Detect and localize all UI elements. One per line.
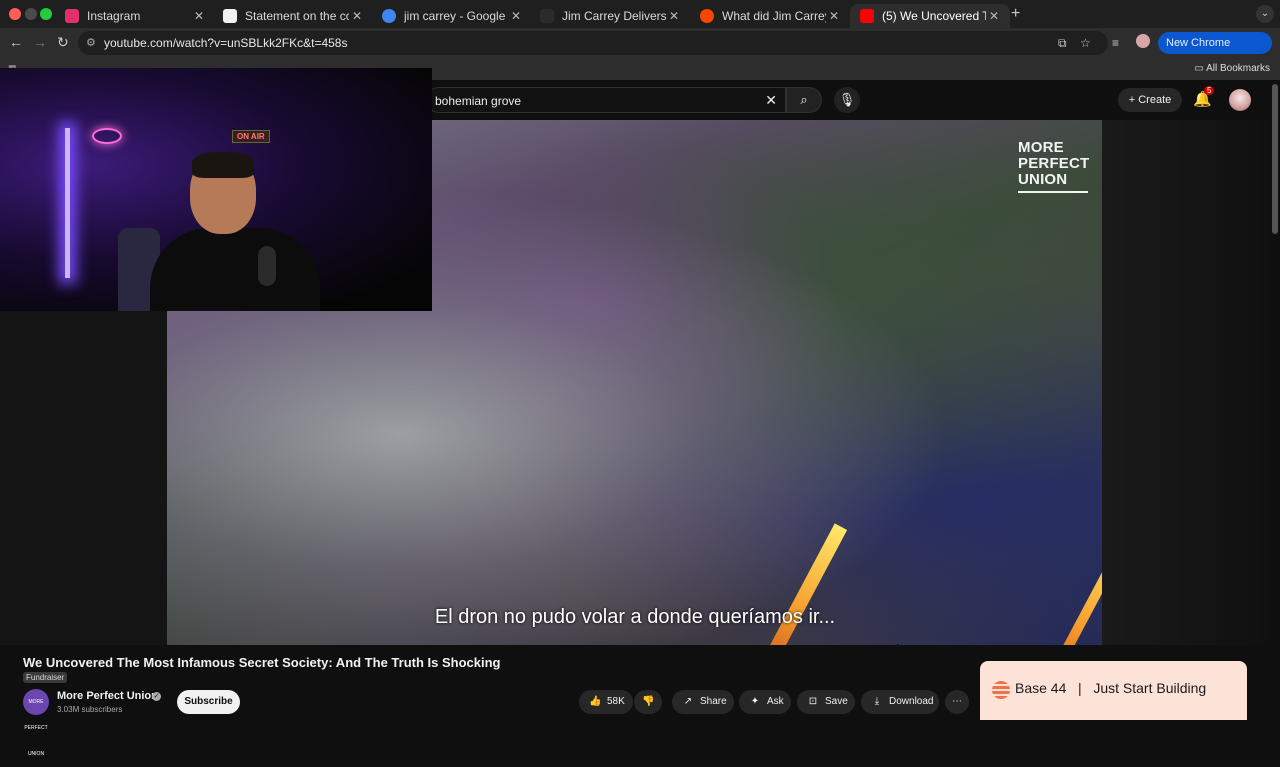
like-button[interactable]: 👍 58K <box>579 690 633 714</box>
close-tab-icon[interactable]: ✕ <box>666 9 682 23</box>
all-bookmarks-button[interactable]: ▭ All Bookmarks <box>1194 63 1270 74</box>
search-icon[interactable]: ⌕ <box>786 87 822 113</box>
tab-youtube-active[interactable]: (5) We Uncovered The Most I ✕ <box>850 4 1010 28</box>
sponsored-ad-banner[interactable]: Base 44 | Just Start Building <box>980 661 1247 720</box>
channel-avatar[interactable]: MORE PERFECT UNION <box>23 689 49 757</box>
close-tab-icon[interactable]: ✕ <box>986 9 1002 23</box>
close-tab-icon[interactable]: ✕ <box>349 9 365 23</box>
instagram-icon <box>65 9 79 23</box>
browser-tab-bar: Instagram ✕ Statement on the comments i … <box>0 0 1280 28</box>
subscriber-count: 3.03M subscribers <box>57 705 123 714</box>
youtube-icon <box>860 9 874 23</box>
tab-statement[interactable]: Statement on the comments i ✕ <box>213 4 373 28</box>
subscribe-button[interactable]: Subscribe <box>177 690 240 714</box>
new-tab-icon[interactable]: + <box>1011 5 1020 23</box>
search-input[interactable]: bohemian grove ✕ <box>426 87 786 113</box>
bookmark-star-icon[interactable]: ☆ <box>1080 36 1091 50</box>
new-chrome-available-button[interactable]: New Chrome available ⋮ <box>1158 32 1272 71</box>
share-button[interactable]: ↗ Share <box>672 690 734 714</box>
reddit-icon <box>700 9 714 23</box>
channel-name[interactable]: More Perfect Union <box>57 690 158 702</box>
ufo-neon-sign <box>92 128 122 144</box>
create-button[interactable]: + Create <box>1118 88 1182 112</box>
user-avatar[interactable] <box>1229 89 1251 111</box>
more-actions-button[interactable]: ⋯ <box>945 690 969 714</box>
share-icon: ↗ <box>683 696 693 707</box>
page-icon <box>540 9 554 23</box>
close-tab-icon[interactable]: ✕ <box>191 9 207 23</box>
verified-icon: ✓ <box>152 692 161 701</box>
download-button[interactable]: ⤓ Download <box>861 690 939 714</box>
close-tab-icon[interactable]: ✕ <box>508 9 524 23</box>
microphone-icon[interactable]: 🎙 <box>834 87 860 113</box>
minimize-window-button[interactable] <box>25 8 37 20</box>
close-window-button[interactable] <box>9 8 21 20</box>
browser-toolbar: ← → ↻ ⚙ youtube.com/watch?v=unSBLkk2FKc&… <box>0 28 1280 71</box>
maximize-window-button[interactable] <box>40 8 52 20</box>
caption-text: El dron no pudo volar a donde queríamos … <box>434 606 836 628</box>
webcam-overlay: ON AIR <box>0 68 432 311</box>
page-scrollbar[interactable] <box>1272 84 1278 234</box>
tab-jim-carrey-emotional[interactable]: Jim Carrey Delivers Emotiona ✕ <box>530 4 690 28</box>
dislike-button[interactable]: 👎 <box>634 690 662 714</box>
thumbs-down-icon: 👎 <box>642 696 655 707</box>
back-icon[interactable]: ← <box>9 34 23 50</box>
neon-light <box>65 128 70 278</box>
address-bar[interactable]: ⚙ youtube.com/watch?v=unSBLkk2FKc&t=458s <box>78 31 1108 55</box>
sparkle-icon: ✦ <box>750 696 760 707</box>
more-icon: ⋯ <box>952 696 962 707</box>
streamer-body <box>150 228 320 311</box>
folder-icon: ▭ <box>1194 63 1204 74</box>
ask-button[interactable]: ✦ Ask <box>739 690 791 714</box>
channel-watermark: MORE PERFECT UNION <box>1018 140 1089 193</box>
notifications-icon[interactable]: 🔔 5 <box>1193 86 1215 108</box>
media-controls-icon[interactable]: ≡ <box>1112 36 1119 50</box>
tab-instagram[interactable]: Instagram ✕ <box>55 4 215 28</box>
bookmark-icon: ⊡ <box>808 696 818 707</box>
profile-icon[interactable] <box>1136 34 1150 48</box>
clear-search-icon[interactable]: ✕ <box>765 92 777 109</box>
player-letterbox-right <box>1102 120 1270 645</box>
page-icon <box>223 9 237 23</box>
tab-search-icon[interactable]: ⌄ <box>1256 5 1274 23</box>
podcast-microphone <box>258 246 276 286</box>
fundraiser-badge[interactable]: Fundraiser <box>23 672 68 683</box>
reload-icon[interactable]: ↻ <box>57 34 69 51</box>
video-title: We Uncovered The Most Infamous Secret So… <box>23 655 501 670</box>
close-tab-icon[interactable]: ✕ <box>826 9 842 23</box>
thumbs-up-icon: 👍 <box>589 696 602 707</box>
on-air-sign: ON AIR <box>232 130 270 143</box>
streamer-hair <box>192 152 254 178</box>
google-icon <box>382 9 396 23</box>
tab-google-search[interactable]: jim carrey - Google Search ✕ <box>372 4 532 28</box>
site-info-icon[interactable]: ⚙ <box>86 36 96 49</box>
forward-icon[interactable]: → <box>33 34 47 50</box>
download-icon: ⤓ <box>874 696 880 707</box>
base44-logo-icon <box>992 681 1010 699</box>
tab-reddit[interactable]: What did Jim Carrey do to his ✕ <box>690 4 850 28</box>
install-app-icon[interactable]: ⧉ <box>1058 36 1067 51</box>
save-button[interactable]: ⊡ Save <box>797 690 855 714</box>
plus-icon: + <box>1128 94 1136 106</box>
